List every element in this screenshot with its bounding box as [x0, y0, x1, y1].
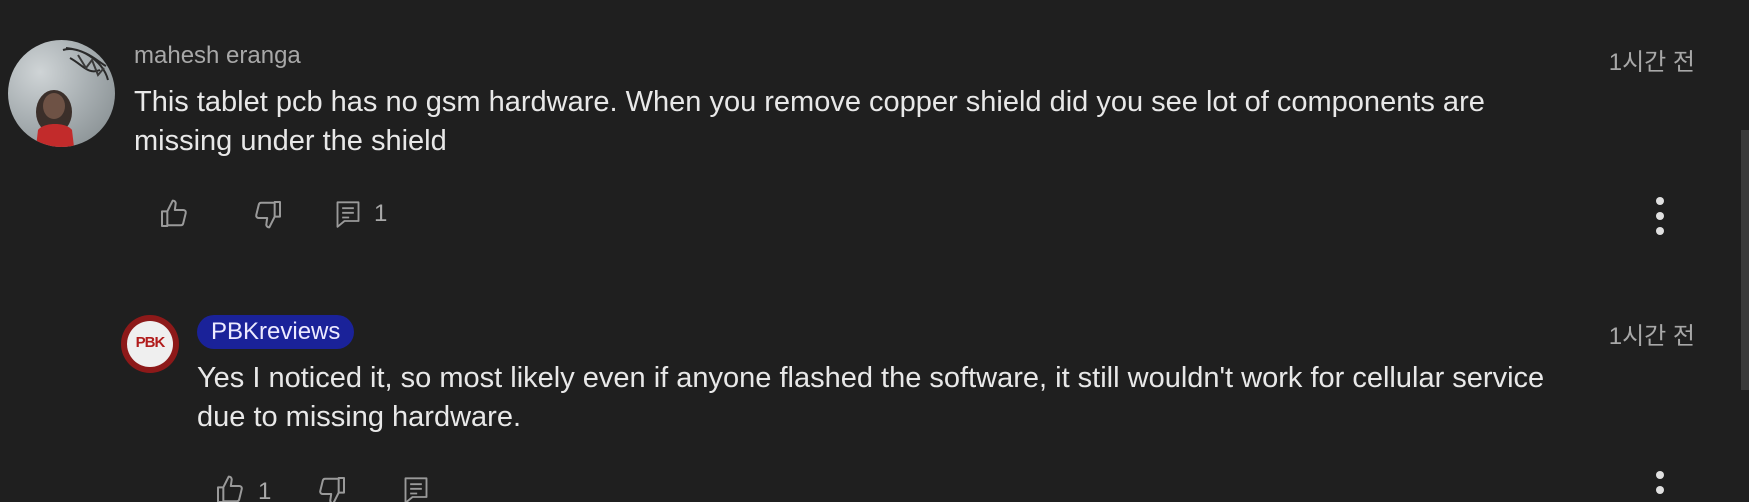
dislike-button[interactable]	[252, 198, 284, 230]
creator-avatar[interactable]: PBK	[121, 315, 179, 373]
like-button[interactable]	[158, 198, 190, 230]
reply-reply-button[interactable]	[402, 474, 430, 502]
comment-text: This tablet pcb has no gsm hardware. Whe…	[134, 83, 1614, 161]
reply-like-button[interactable]	[214, 474, 246, 502]
comment-menu-button[interactable]	[1650, 196, 1670, 236]
reply-dislike-button[interactable]	[316, 474, 348, 502]
thumbs-down-icon	[255, 201, 281, 229]
avatar-logo: PBK	[127, 321, 173, 367]
comment-timestamp[interactable]: 1시간 전	[1535, 42, 1695, 77]
creator-name-badge[interactable]: PBKreviews	[197, 315, 355, 349]
scrollbar-thumb[interactable]	[1741, 130, 1749, 390]
comment-text-line: missing under the shield	[134, 125, 447, 157]
reply-count[interactable]: 1	[374, 200, 387, 228]
reply-like-count[interactable]: 1	[258, 478, 271, 502]
reply-menu-button[interactable]	[1650, 470, 1670, 502]
reply-text: Yes I noticed it, so most likely even if…	[197, 359, 1677, 437]
thumbs-up-icon	[217, 475, 243, 502]
avatar[interactable]	[8, 40, 115, 147]
comments-panel: mahesh eranga 1시간 전 This tablet pcb has …	[0, 0, 1749, 502]
thumbs-down-icon	[319, 477, 345, 502]
reply-comment-icon	[404, 477, 428, 502]
reply-comment-icon	[336, 201, 360, 228]
reply-timestamp[interactable]: 1시간 전	[1535, 316, 1695, 351]
avatar-photo-image	[36, 47, 109, 147]
thumbs-up-icon	[161, 199, 187, 227]
more-vert-icon	[1656, 471, 1664, 494]
reply-text-line: due to missing hardware.	[197, 401, 521, 433]
reply-text-line: Yes I noticed it, so most likely even if…	[197, 362, 1545, 394]
more-vert-icon	[1656, 197, 1664, 235]
reply-button[interactable]	[334, 198, 362, 230]
comment-author[interactable]: mahesh eranga	[134, 42, 301, 70]
avatar-logo-text: PBK	[135, 334, 166, 351]
comment-text-line: This tablet pcb has no gsm hardware. Whe…	[134, 86, 1485, 118]
